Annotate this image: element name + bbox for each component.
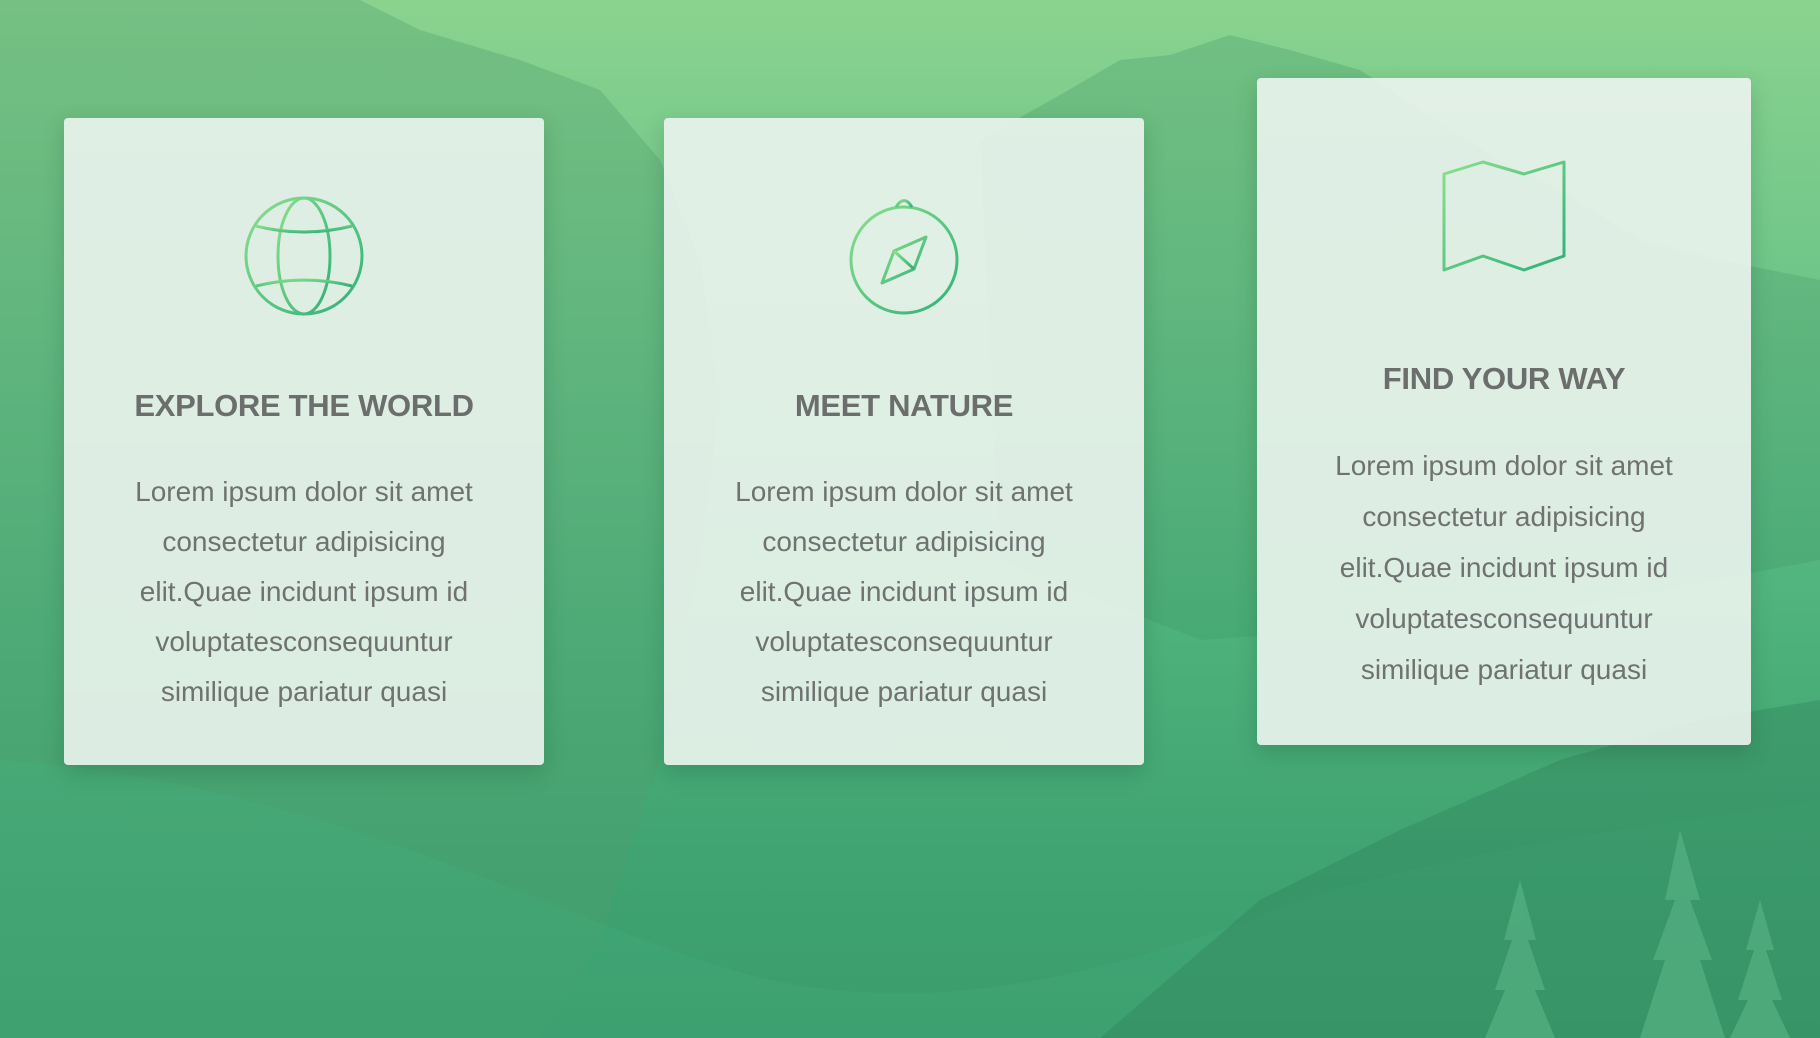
feature-card-explore: EXPLORE THE WORLD Lorem ipsum dolor sit …: [64, 118, 544, 765]
compass-icon: [849, 199, 959, 315]
card-title: MEET NATURE: [794, 388, 1014, 423]
map-icon: [1442, 160, 1566, 272]
feature-card-nature: MEET NATURE Lorem ipsum dolor sit amet c…: [664, 118, 1144, 765]
globe-icon: [244, 196, 364, 316]
card-description: Lorem ipsum dolor sit amet consectetur a…: [735, 476, 1073, 707]
card-title: FIND YOUR WAY: [1382, 361, 1626, 396]
card-title: EXPLORE THE WORLD: [134, 388, 474, 423]
card-description: Lorem ipsum dolor sit amet consectetur a…: [135, 476, 473, 707]
feature-card-find-way: FIND YOUR WAY Lorem ipsum dolor sit amet…: [1257, 78, 1751, 745]
card-description: Lorem ipsum dolor sit amet consectetur a…: [1335, 450, 1673, 685]
